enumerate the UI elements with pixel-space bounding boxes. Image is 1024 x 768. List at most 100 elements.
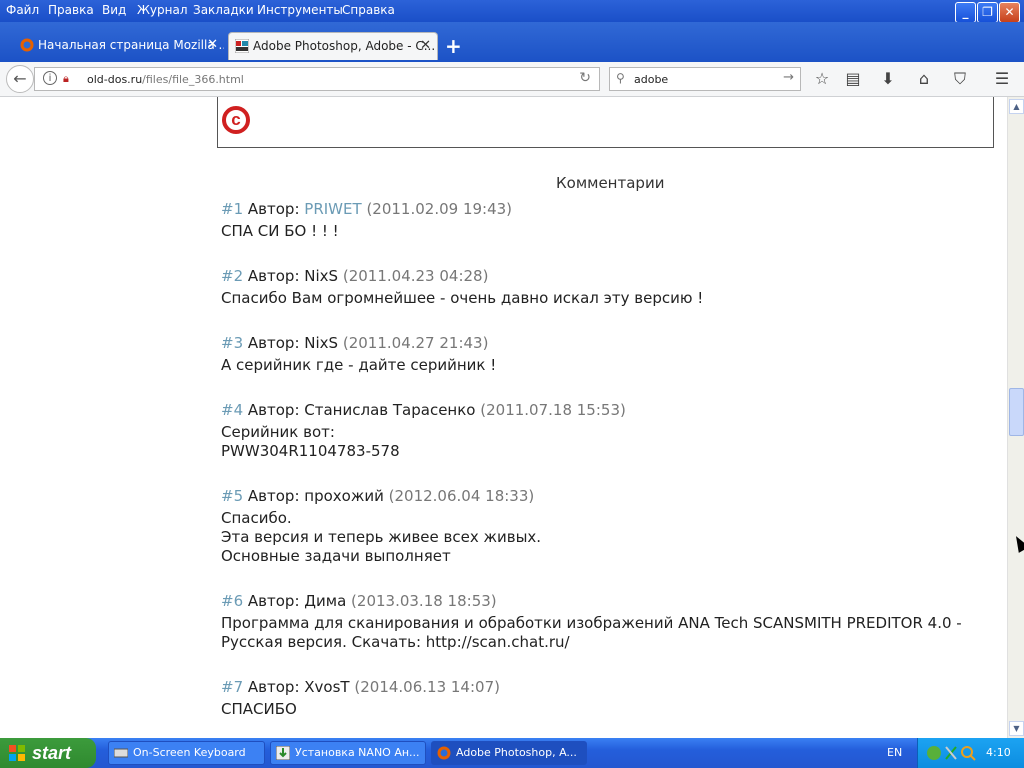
comment-date: (2011.02.09 19:43): [366, 200, 513, 218]
start-label: start: [32, 743, 72, 763]
firefox-icon: [20, 38, 34, 52]
menu-bar: Файл Правка Вид Журнал Закладки Инструме…: [0, 0, 1024, 23]
close-button[interactable]: ✕: [999, 2, 1020, 23]
author-name: Станислав Тарасенко: [304, 401, 476, 419]
menu-view[interactable]: Вид: [102, 3, 126, 17]
author-name: прохожий: [304, 487, 384, 505]
comment-text: Программа для сканирования и обработки и…: [221, 614, 962, 651]
menu-history[interactable]: Журнал: [137, 3, 188, 17]
author-name: XvosT: [304, 678, 350, 696]
url-text: old-dos.ru/files/file_366.html: [87, 73, 244, 86]
search-input[interactable]: adobe: [634, 73, 668, 86]
url-domain: old-dos.ru: [87, 73, 143, 86]
comment-text: А серийник где - дайте серийник !: [221, 356, 497, 374]
comment-number-link[interactable]: #6: [221, 592, 243, 610]
downloads-icon[interactable]: ⬇: [877, 68, 899, 90]
search-go-icon[interactable]: →: [783, 70, 794, 85]
address-bar[interactable]: i 🔒︎ old-dos.ru/files/file_366.html ↻: [34, 67, 600, 91]
tab-title: Начальная страница Mozilla ...: [38, 38, 224, 52]
bookmark-star-icon[interactable]: ☆: [811, 68, 833, 90]
taskbar-item-firefox[interactable]: Adobe Photoshop, A...: [431, 741, 587, 765]
author-label: Автор:: [247, 678, 300, 696]
menu-tools[interactable]: Инструменты: [257, 3, 343, 17]
comment-text: СПА СИ БО ! ! !: [221, 222, 339, 240]
language-indicator[interactable]: EN: [887, 746, 902, 759]
search-tray-icon[interactable]: [960, 745, 976, 761]
hamburger-menu-icon[interactable]: ☰: [991, 68, 1013, 90]
page-content: c Комментарии #1 Автор: PRIWET (2011.02.…: [0, 97, 1007, 738]
comment-number-link[interactable]: #7: [221, 678, 243, 696]
tab-strip: Начальная страница Mozilla ... ✕ Adobe P…: [0, 22, 1024, 62]
comment-date: (2012.06.04 18:33): [388, 487, 535, 505]
navigation-bar: ← i 🔒︎ old-dos.ru/files/file_366.html ↻ …: [0, 62, 1024, 97]
comment: #1 Автор: PRIWET (2011.02.09 19:43) СПА …: [221, 200, 512, 241]
taskbar: start On-Screen Keyboard Установка NANO …: [0, 738, 1024, 768]
comment: #6 Автор: Дима (2013.03.18 18:53) Програ…: [221, 592, 962, 652]
reload-icon[interactable]: ↻: [579, 70, 591, 86]
comment: #2 Автор: NixS (2011.04.23 04:28) Спасиб…: [221, 267, 703, 308]
comment: #7 Автор: XvosT (2014.06.13 14:07) СПАСИ…: [221, 678, 500, 719]
pocket-icon[interactable]: ⛉: [949, 68, 971, 90]
reading-list-icon[interactable]: ▤: [842, 68, 864, 90]
tab-close-icon[interactable]: ✕: [207, 32, 218, 58]
comment-number-link[interactable]: #4: [221, 401, 243, 419]
comment-date: (2011.07.18 15:53): [480, 401, 626, 419]
url-path: /files/file_366.html: [142, 73, 244, 86]
comment-text: СПАСИБО: [221, 700, 297, 718]
scroll-down-icon[interactable]: ▼: [1009, 721, 1024, 736]
comment-date: (2013.03.18 18:53): [351, 592, 497, 610]
tab-close-icon[interactable]: ✕: [420, 33, 431, 59]
copyright-icon: c: [222, 106, 250, 134]
back-arrow-icon: ←: [13, 69, 27, 88]
tab-mozilla-start[interactable]: Начальная страница Mozilla ... ✕: [14, 32, 224, 60]
comment: #3 Автор: NixS (2011.04.27 21:43) А сери…: [221, 334, 496, 375]
vertical-scrollbar[interactable]: ▲ ▼: [1007, 97, 1024, 738]
taskbar-item-label: Установка NANO Ан...: [295, 746, 420, 759]
taskbar-item-on-screen-keyboard[interactable]: On-Screen Keyboard: [108, 741, 265, 765]
home-icon[interactable]: ⌂: [913, 68, 935, 90]
comment-number-link[interactable]: #1: [221, 200, 243, 218]
installer-icon: [276, 746, 290, 760]
menu-bookmarks[interactable]: Закладки: [193, 3, 254, 17]
comment-text: Спасибо. Эта версия и теперь живее всех …: [221, 509, 542, 565]
search-icon: ⚲: [616, 71, 625, 85]
comment-number-link[interactable]: #2: [221, 267, 243, 285]
author-label: Автор:: [247, 200, 300, 218]
network-icon[interactable]: [944, 745, 958, 761]
comment-date: (2011.04.23 04:28): [342, 267, 489, 285]
author-link[interactable]: PRIWET: [304, 200, 361, 218]
scroll-thumb[interactable]: [1009, 388, 1024, 436]
comments-heading: Комментарии: [556, 174, 665, 192]
author-name: NixS: [304, 334, 339, 352]
comment: #5 Автор: прохожий (2012.06.04 18:33) Сп…: [221, 487, 541, 566]
start-button[interactable]: start: [0, 738, 96, 768]
comment-number-link[interactable]: #5: [221, 487, 243, 505]
comment-text: Спасибо Вам огромнейшее - очень давно ис…: [221, 289, 704, 307]
tab-title: Adobe Photoshop, Adobe - C...: [253, 39, 436, 53]
author-label: Автор:: [247, 401, 300, 419]
author-name: Дима: [304, 592, 347, 610]
windows-logo-icon: [9, 745, 25, 761]
ms-site-icon: [235, 39, 249, 53]
comment-number-link[interactable]: #3: [221, 334, 243, 352]
keyboard-icon: [114, 748, 128, 758]
info-icon[interactable]: i: [43, 71, 57, 85]
maximize-button[interactable]: ❐: [977, 2, 998, 23]
minimize-button[interactable]: _: [955, 2, 976, 23]
scroll-up-icon[interactable]: ▲: [1009, 99, 1024, 114]
insecure-lock-icon[interactable]: 🔒︎: [63, 72, 69, 86]
utorrent-icon[interactable]: [926, 745, 942, 761]
taskbar-item-label: Adobe Photoshop, A...: [456, 746, 577, 759]
file-info-box: c: [217, 97, 994, 148]
new-tab-button[interactable]: +: [445, 34, 462, 58]
author-label: Автор:: [247, 334, 300, 352]
menu-edit[interactable]: Правка: [48, 3, 94, 17]
tab-adobe-photoshop[interactable]: Adobe Photoshop, Adobe - C... ✕: [228, 32, 438, 60]
search-bar[interactable]: ⚲ adobe →: [609, 67, 801, 91]
menu-file[interactable]: Файл: [6, 3, 39, 17]
back-button[interactable]: ←: [6, 65, 34, 93]
author-label: Автор:: [247, 592, 300, 610]
menu-help[interactable]: Справка: [342, 3, 395, 17]
taskbar-item-nano-install[interactable]: Установка NANO Ан...: [270, 741, 426, 765]
clock: 4:10: [986, 746, 1011, 759]
